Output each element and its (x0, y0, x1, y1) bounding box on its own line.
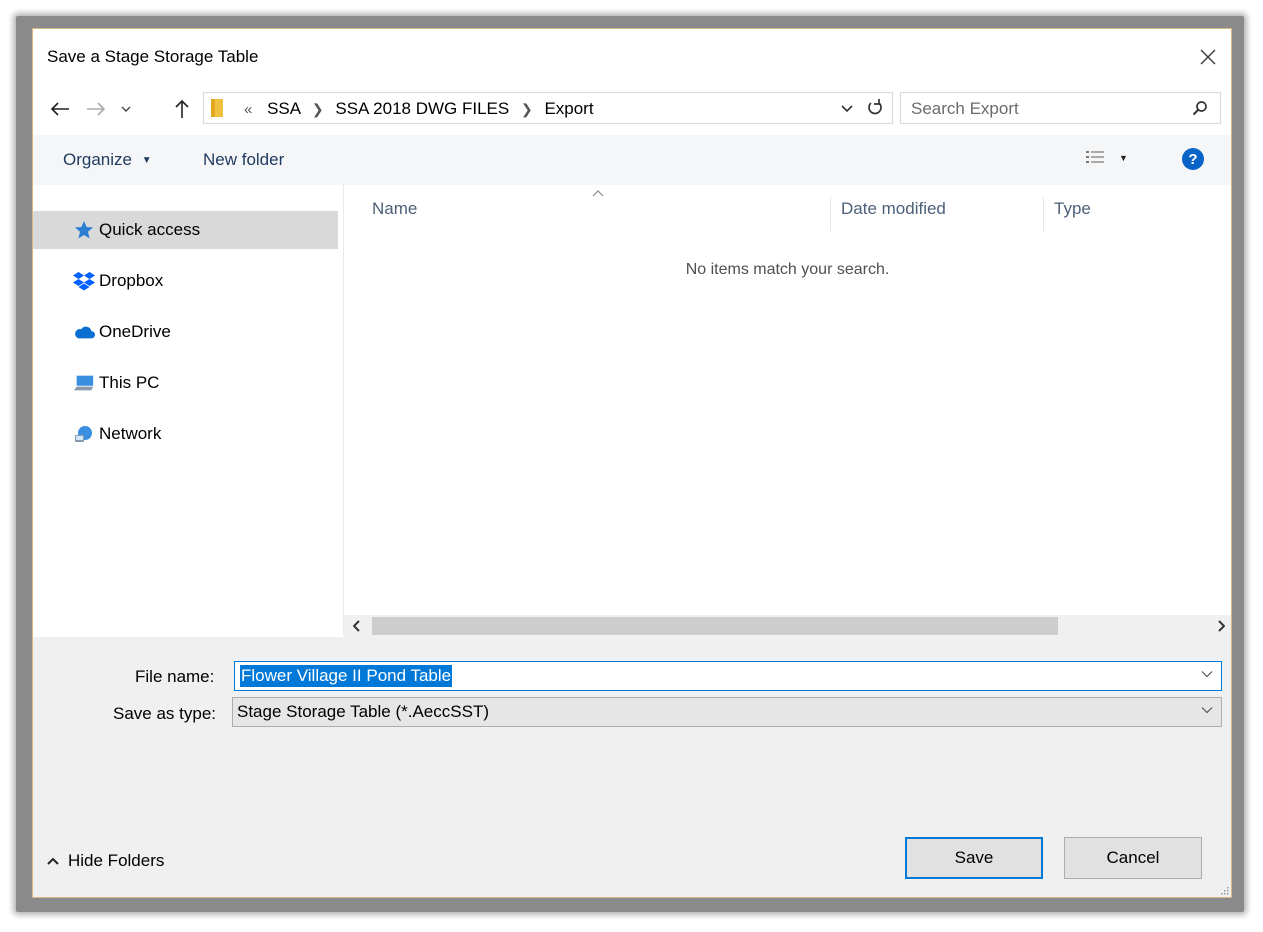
resize-grip-icon[interactable] (1219, 885, 1229, 895)
new-folder-button[interactable]: New folder (203, 150, 284, 170)
organize-label: Organize (63, 150, 132, 169)
network-icon (73, 423, 95, 445)
breadcrumb: « SSA ❯ SSA 2018 DWG FILES ❯ Export (244, 99, 594, 119)
help-icon[interactable]: ? (1182, 148, 1204, 170)
nav-label: OneDrive (99, 322, 171, 341)
scroll-right-icon[interactable] (1217, 620, 1225, 632)
cancel-button[interactable]: Cancel (1064, 837, 1202, 879)
details-view-icon (1086, 151, 1104, 163)
scrollbar-thumb[interactable] (372, 617, 1058, 635)
cloud-icon (73, 321, 95, 343)
file-list: Name Date modified Type No items match y… (344, 185, 1231, 635)
breadcrumb-overflow[interactable]: « (244, 101, 252, 118)
nav-item-quick-access[interactable]: Quick access (33, 211, 338, 249)
breadcrumb-separator-icon: ❯ (311, 101, 324, 117)
sort-ascending-icon (592, 190, 604, 197)
arrow-up-icon (175, 99, 189, 118)
nav-label: Quick access (99, 220, 201, 239)
address-row: « SSA ❯ SSA 2018 DWG FILES ❯ Export (33, 89, 1231, 129)
back-button[interactable] (47, 95, 73, 123)
nav-label: This PC (99, 373, 160, 392)
column-header-name[interactable]: Name (372, 199, 417, 219)
save-type-value: Stage Storage Table (*.AeccSST) (237, 702, 489, 721)
star-icon (73, 219, 95, 241)
breadcrumb-item-ssa[interactable]: SSA (267, 99, 300, 118)
details-panel: File name: Flower Village II Pond Table … (33, 637, 1231, 897)
nav-item-onedrive[interactable]: OneDrive (33, 313, 338, 351)
view-options-button[interactable]: ▼ (1085, 149, 1128, 167)
hide-folders-button[interactable]: Hide Folders (47, 851, 164, 871)
address-dropdown-icon[interactable] (840, 104, 854, 114)
caret-down-icon: ▼ (141, 155, 152, 166)
caret-down-icon: ▼ (1119, 153, 1128, 163)
file-name-value: Flower Village II Pond Table (240, 665, 453, 687)
save-type-select[interactable]: Stage Storage Table (*.AeccSST) (232, 697, 1222, 727)
navigation-pane: Quick access Dropbox OneDrive This PC Ne… (33, 185, 343, 635)
breadcrumb-item-dwg-files[interactable]: SSA 2018 DWG FILES (335, 99, 509, 118)
forward-button[interactable] (83, 95, 109, 123)
up-button[interactable] (169, 95, 195, 123)
title-bar: Save a Stage Storage Table (33, 29, 1231, 87)
chevron-down-icon (121, 106, 131, 112)
scroll-left-icon[interactable] (353, 620, 361, 632)
address-bar[interactable]: « SSA ❯ SSA 2018 DWG FILES ❯ Export (203, 92, 893, 124)
nav-item-network[interactable]: Network (33, 415, 338, 453)
chevron-down-icon (1201, 707, 1213, 714)
column-header-type[interactable]: Type (1054, 199, 1091, 219)
dropbox-icon (73, 270, 95, 292)
command-bar: Organize ▼ New folder ▼ ? (33, 135, 1231, 185)
breadcrumb-item-export[interactable]: Export (544, 99, 593, 118)
empty-message: No items match your search. (685, 261, 890, 278)
nav-item-this-pc[interactable]: This PC (33, 364, 338, 402)
computer-icon (73, 372, 95, 394)
arrow-right-icon (87, 102, 106, 116)
refresh-icon[interactable] (866, 99, 884, 117)
nav-label: Network (99, 424, 162, 443)
hide-folders-label: Hide Folders (68, 851, 165, 870)
column-divider[interactable] (1043, 197, 1044, 231)
search-box[interactable] (900, 92, 1221, 124)
save-button[interactable]: Save (905, 837, 1043, 879)
save-dialog: Save a Stage Storage Table « SSA ❯ SSA 2… (32, 28, 1232, 898)
close-button[interactable] (1185, 39, 1231, 75)
file-name-label: File name: (135, 667, 215, 686)
dialog-title: Save a Stage Storage Table (47, 47, 259, 66)
file-name-input[interactable]: Flower Village II Pond Table (234, 661, 1222, 691)
folder-icon (211, 99, 223, 117)
nav-item-dropbox[interactable]: Dropbox (33, 262, 338, 300)
nav-label: Dropbox (99, 271, 164, 290)
save-type-label: Save as type: (113, 704, 217, 723)
search-input[interactable] (909, 98, 1173, 120)
recent-locations-button[interactable] (113, 95, 139, 123)
column-divider[interactable] (830, 197, 831, 231)
organize-menu-button[interactable]: Organize ▼ (63, 150, 152, 170)
column-header-date-modified[interactable]: Date modified (841, 199, 946, 219)
close-icon (1200, 49, 1216, 65)
breadcrumb-separator-icon: ❯ (520, 101, 533, 117)
horizontal-scrollbar[interactable] (344, 615, 1231, 637)
chevron-up-icon (47, 857, 59, 865)
arrow-left-icon (50, 102, 69, 116)
search-icon[interactable] (1192, 100, 1208, 116)
chevron-down-icon[interactable] (1201, 670, 1213, 678)
